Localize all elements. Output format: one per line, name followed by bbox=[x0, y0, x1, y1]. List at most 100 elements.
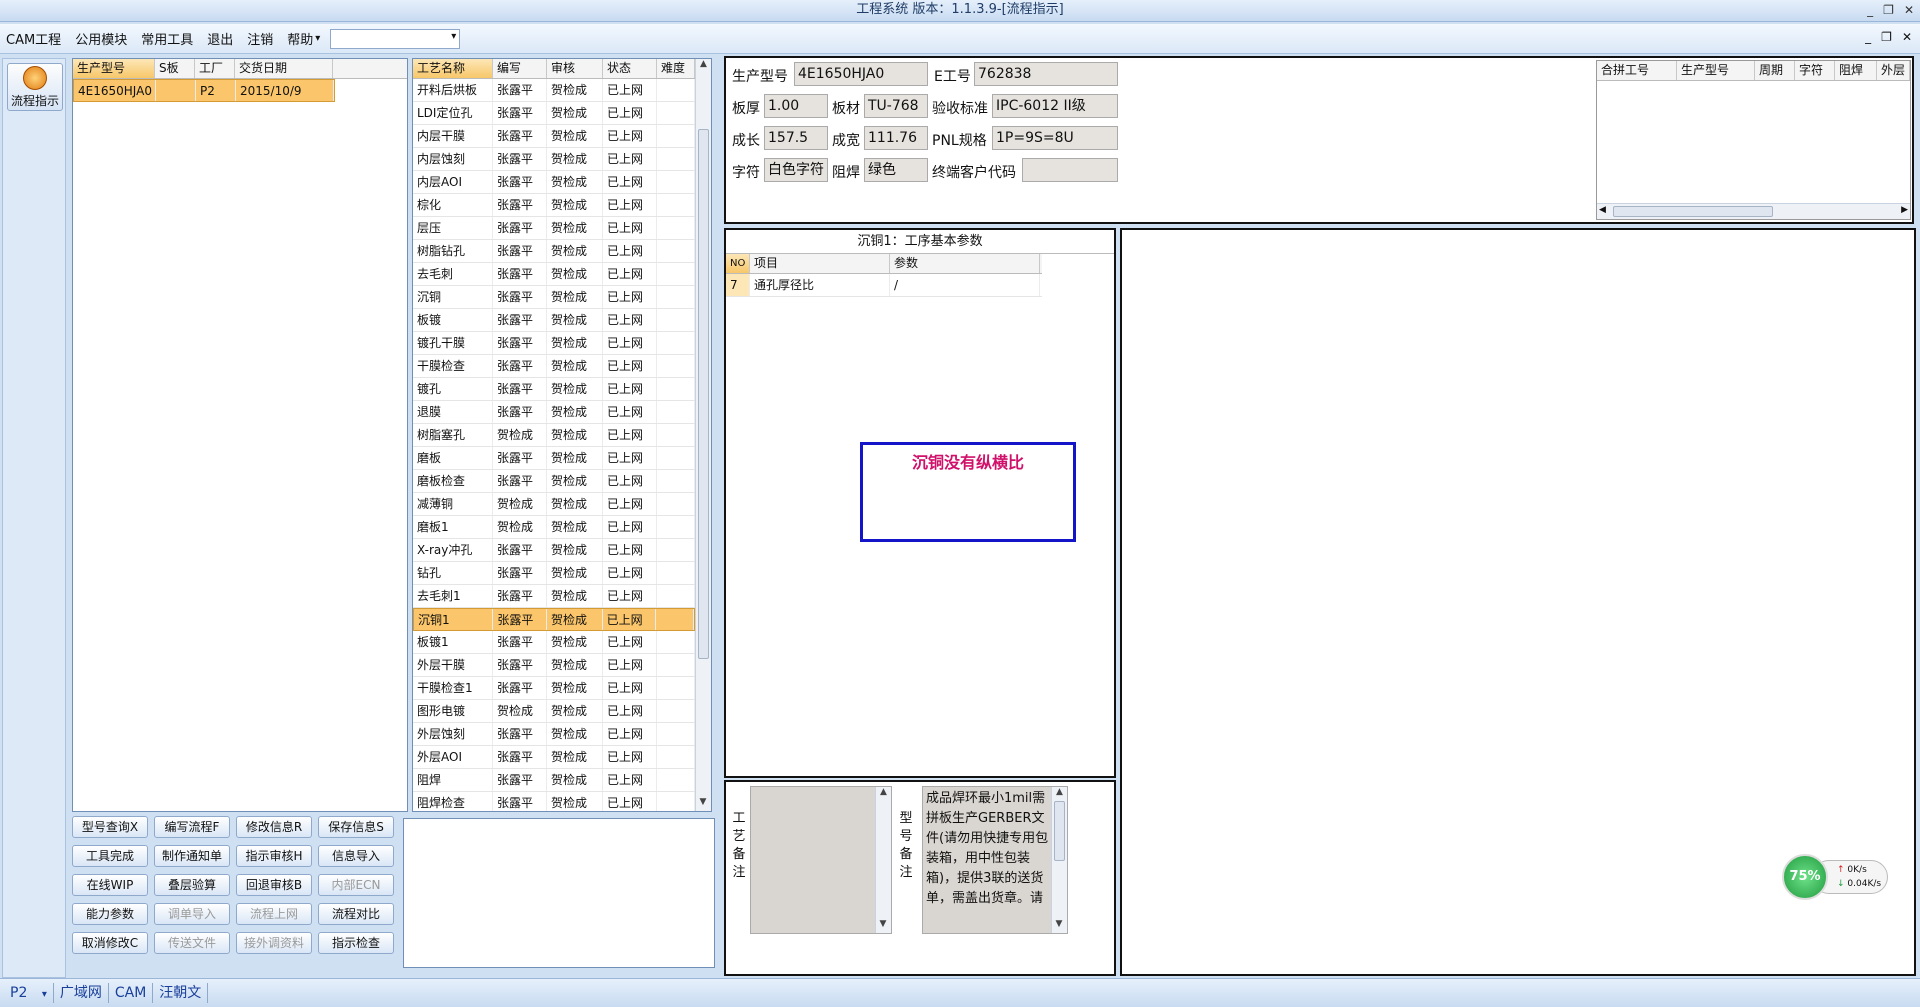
menu-exit[interactable]: 退出 bbox=[207, 29, 233, 48]
scroll-up-icon[interactable]: ▲ bbox=[876, 787, 891, 801]
material-field[interactable]: TU-768 bbox=[864, 94, 928, 118]
length-field[interactable]: 157.5 bbox=[764, 126, 828, 150]
menu-common-modules[interactable]: 公用模块 bbox=[75, 29, 127, 48]
toolbar-combo[interactable] bbox=[330, 28, 461, 49]
action-button[interactable]: 修改信息R bbox=[236, 816, 312, 838]
order-row[interactable]: 4E1650HJA0 P2 2015/10/9 bbox=[73, 79, 335, 102]
action-button[interactable]: 工具完成 bbox=[72, 845, 148, 867]
action-button[interactable]: 在线WIP bbox=[72, 874, 148, 896]
action-button[interactable]: 回退审核B bbox=[236, 874, 312, 896]
merge-scroll-thumb[interactable] bbox=[1613, 206, 1773, 217]
scroll-down-icon[interactable]: ▼ bbox=[696, 797, 710, 811]
menu-tools[interactable]: 常用工具 bbox=[141, 29, 193, 48]
thickness-field[interactable]: 1.00 bbox=[764, 94, 828, 118]
process-row[interactable]: 沉铜 张露平 贺检成 已上网 bbox=[413, 286, 695, 309]
scroll-up-icon[interactable]: ▲ bbox=[696, 59, 711, 73]
action-button[interactable]: 指示检查 bbox=[318, 932, 394, 954]
action-button[interactable]: 编写流程F bbox=[154, 816, 230, 838]
process-row[interactable]: 阻焊 张露平 贺检成 已上网 bbox=[413, 769, 695, 792]
process-row[interactable]: 磨板1 贺检成 贺检成 已上网 bbox=[413, 516, 695, 539]
col-merge-char[interactable]: 字符 bbox=[1795, 61, 1835, 80]
process-row[interactable]: 树脂钻孔 张露平 贺检成 已上网 bbox=[413, 240, 695, 263]
process-row[interactable]: 图形电镀 贺检成 贺检成 已上网 bbox=[413, 700, 695, 723]
action-button[interactable]: 能力参数 bbox=[72, 903, 148, 925]
action-button[interactable]: 传送文件 bbox=[154, 932, 230, 954]
col-reviewer[interactable]: 审核 bbox=[547, 59, 603, 78]
pnl-field[interactable]: 1P=9S=8U bbox=[992, 126, 1118, 150]
menu-logout[interactable]: 注销 bbox=[247, 29, 273, 48]
process-remark-scrollbar[interactable]: ▲ ▼ bbox=[875, 787, 891, 933]
mdi-close-icon[interactable]: ✕ bbox=[1902, 30, 1912, 44]
action-button[interactable]: 保存信息S bbox=[318, 816, 394, 838]
scroll-down-icon[interactable]: ▼ bbox=[1052, 919, 1066, 933]
char-field[interactable]: 白色字符 bbox=[764, 158, 828, 182]
col-item[interactable]: 项目 bbox=[750, 254, 890, 273]
action-button[interactable]: 流程上网 bbox=[236, 903, 312, 925]
process-row[interactable]: 层压 张露平 贺检成 已上网 bbox=[413, 217, 695, 240]
process-row[interactable]: 棕化 张露平 贺检成 已上网 bbox=[413, 194, 695, 217]
process-remark-field[interactable]: ▲ ▼ bbox=[750, 786, 892, 934]
col-delivery-date[interactable]: 交货日期 bbox=[235, 59, 333, 78]
process-row[interactable]: 外层蚀刻 张露平 贺检成 已上网 bbox=[413, 723, 695, 746]
param-row[interactable]: 7 通孔厚径比 / bbox=[726, 274, 1042, 297]
process-row[interactable]: LDI定位孔 张露平 贺检成 已上网 bbox=[413, 102, 695, 125]
col-merge-mask[interactable]: 阻焊 bbox=[1835, 61, 1877, 80]
eno-field[interactable]: 762838 bbox=[974, 62, 1118, 86]
model-field[interactable]: 4E1650HJA0 bbox=[794, 62, 928, 86]
col-merge-model[interactable]: 生产型号 bbox=[1677, 61, 1755, 80]
width-field[interactable]: 111.76 bbox=[864, 126, 928, 150]
chevron-down-icon[interactable]: ▾ bbox=[42, 989, 47, 1000]
col-no[interactable]: NO bbox=[726, 254, 750, 273]
process-row[interactable]: 减薄铜 贺检成 贺检成 已上网 bbox=[413, 493, 695, 516]
scroll-down-icon[interactable]: ▼ bbox=[876, 919, 890, 933]
process-row[interactable]: 树脂塞孔 贺检成 贺检成 已上网 bbox=[413, 424, 695, 447]
process-row[interactable]: 沉铜1 张露平 贺检成 已上网 bbox=[413, 608, 695, 631]
process-row[interactable]: 干膜检查 张露平 贺检成 已上网 bbox=[413, 355, 695, 378]
col-merge-no[interactable]: 合拼工号 bbox=[1597, 61, 1677, 80]
process-row[interactable]: 镀孔干膜 张露平 贺检成 已上网 bbox=[413, 332, 695, 355]
action-button[interactable]: 调单导入 bbox=[154, 903, 230, 925]
process-row[interactable]: 外层AOI 张露平 贺检成 已上网 bbox=[413, 746, 695, 769]
col-param[interactable]: 参数 bbox=[890, 254, 1040, 273]
process-scroll-thumb[interactable] bbox=[698, 129, 709, 659]
process-row[interactable]: 干膜检查1 张露平 贺检成 已上网 bbox=[413, 677, 695, 700]
action-button[interactable]: 接外调资料 bbox=[236, 932, 312, 954]
col-model[interactable]: 生产型号 bbox=[73, 59, 155, 78]
col-s-board[interactable]: S板 bbox=[155, 59, 195, 78]
chevron-down-icon[interactable]: ▾ bbox=[315, 33, 320, 44]
process-row[interactable]: 去毛刺 张露平 贺检成 已上网 bbox=[413, 263, 695, 286]
action-button[interactable]: 内部ECN bbox=[318, 874, 394, 896]
action-button[interactable]: 型号查询X bbox=[72, 816, 148, 838]
process-scrollbar[interactable]: ▲ ▼ bbox=[695, 59, 711, 811]
flow-indication-button[interactable]: 流程指示 bbox=[7, 63, 63, 111]
process-row[interactable]: 板镀1 张露平 贺检成 已上网 bbox=[413, 631, 695, 654]
scroll-right-icon[interactable]: ▶ bbox=[1901, 205, 1908, 215]
col-difficulty[interactable]: 难度 bbox=[657, 59, 695, 78]
process-row[interactable]: 退膜 张露平 贺检成 已上网 bbox=[413, 401, 695, 424]
network-speed-widget[interactable]: 75% ↑ 0K/s ↓ 0.04K/s bbox=[1782, 854, 1890, 900]
process-row[interactable]: 磨板 张露平 贺检成 已上网 bbox=[413, 447, 695, 470]
standard-field[interactable]: IPC-6012 II级 bbox=[992, 94, 1118, 118]
process-row[interactable]: 开料后烘板 张露平 贺检成 已上网 bbox=[413, 79, 695, 102]
scroll-left-icon[interactable]: ◀ bbox=[1599, 205, 1606, 215]
col-factory[interactable]: 工厂 bbox=[195, 59, 235, 78]
col-process-name[interactable]: 工艺名称 bbox=[413, 59, 493, 78]
action-button[interactable]: 取消修改C bbox=[72, 932, 148, 954]
process-row[interactable]: 阻焊检查 张露平 贺检成 已上网 bbox=[413, 792, 695, 811]
col-merge-outer[interactable]: 外层 bbox=[1877, 61, 1910, 80]
status-factory[interactable]: P2 ▾ bbox=[4, 983, 54, 1003]
mdi-restore-icon[interactable]: ❐ bbox=[1881, 30, 1892, 44]
process-row[interactable]: 板镀 张露平 贺检成 已上网 bbox=[413, 309, 695, 332]
col-status[interactable]: 状态 bbox=[603, 59, 657, 78]
minimize-icon[interactable]: _ bbox=[1867, 0, 1873, 22]
process-row[interactable]: 镀孔 张露平 贺检成 已上网 bbox=[413, 378, 695, 401]
customer-field[interactable] bbox=[1022, 158, 1118, 182]
action-button[interactable]: 指示审核H bbox=[236, 845, 312, 867]
action-button[interactable]: 流程对比 bbox=[318, 903, 394, 925]
mask-field[interactable]: 绿色 bbox=[864, 158, 928, 182]
col-author[interactable]: 编写 bbox=[493, 59, 547, 78]
maximize-icon[interactable]: ❐ bbox=[1883, 0, 1894, 22]
process-row[interactable]: X-ray冲孔 张露平 贺检成 已上网 bbox=[413, 539, 695, 562]
col-merge-period[interactable]: 周期 bbox=[1755, 61, 1795, 80]
action-button[interactable]: 叠层验算 bbox=[154, 874, 230, 896]
